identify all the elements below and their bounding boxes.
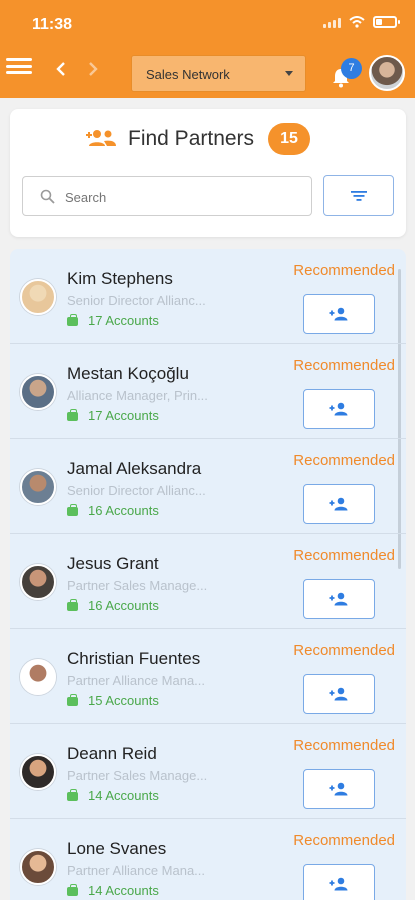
- accounts-count: 15 Accounts: [88, 693, 159, 708]
- partner-count-badge: 15: [268, 123, 311, 155]
- partner-avatar[interactable]: [20, 754, 56, 790]
- top-bar: 11:38 Sales Network 7: [0, 0, 415, 98]
- search-box[interactable]: [22, 176, 312, 216]
- add-partner-button[interactable]: [303, 579, 375, 619]
- search-input[interactable]: [65, 186, 295, 208]
- partner-avatar[interactable]: [20, 279, 56, 315]
- partner-accounts: 17 Accounts: [67, 313, 159, 328]
- partner-title: Senior Director Allianc...: [67, 293, 206, 308]
- search-icon: [40, 189, 55, 204]
- recommended-label: Recommended: [293, 547, 395, 564]
- add-partner-button[interactable]: [303, 294, 375, 334]
- partner-avatar[interactable]: [20, 469, 56, 505]
- add-partner-button[interactable]: [303, 484, 375, 524]
- accounts-count: 14 Accounts: [88, 883, 159, 898]
- accounts-count: 16 Accounts: [88, 503, 159, 518]
- partner-name[interactable]: Jamal Aleksandra: [67, 459, 201, 479]
- partner-accounts: 14 Accounts: [67, 883, 159, 898]
- partner-name[interactable]: Christian Fuentes: [67, 649, 200, 669]
- partner-title: Partner Sales Manage...: [67, 768, 208, 783]
- network-select[interactable]: Sales Network: [131, 55, 306, 92]
- add-users-icon: [86, 130, 116, 146]
- add-user-icon: [329, 592, 348, 606]
- find-partners-card: Find Partners 15: [10, 109, 406, 237]
- notification-badge[interactable]: 7: [341, 58, 362, 79]
- recommended-label: Recommended: [293, 642, 395, 659]
- add-user-icon: [329, 782, 348, 796]
- partner-row[interactable]: Deann Reid Partner Sales Manage... 14 Ac…: [10, 724, 406, 819]
- partner-list[interactable]: Kim Stephens Senior Director Allianc... …: [10, 249, 406, 900]
- network-select-label: Sales Network: [146, 67, 230, 82]
- recommended-label: Recommended: [293, 357, 395, 374]
- add-user-icon: [329, 497, 348, 511]
- partner-title: Partner Sales Manage...: [67, 578, 208, 593]
- finder-header: Find Partners 15: [86, 123, 311, 155]
- partner-accounts: 16 Accounts: [67, 598, 159, 613]
- partner-title: Partner Alliance Mana...: [67, 673, 206, 688]
- add-user-icon: [329, 402, 348, 416]
- partner-title: Partner Alliance Mana...: [67, 863, 206, 878]
- partner-accounts: 15 Accounts: [67, 693, 159, 708]
- add-user-icon: [329, 687, 348, 701]
- battery-icon: [373, 16, 400, 28]
- add-user-icon: [329, 307, 348, 321]
- partner-name[interactable]: Kim Stephens: [67, 269, 173, 289]
- partner-row[interactable]: Lone Svanes Partner Alliance Mana... 14 …: [10, 819, 406, 900]
- add-partner-button[interactable]: [303, 674, 375, 714]
- add-partner-button[interactable]: [303, 389, 375, 429]
- filter-icon: [350, 190, 367, 201]
- partner-accounts: 17 Accounts: [67, 408, 159, 423]
- recommended-label: Recommended: [293, 262, 395, 279]
- recommended-label: Recommended: [293, 832, 395, 849]
- page-title: Find Partners: [128, 127, 255, 150]
- briefcase-icon: [67, 313, 78, 326]
- partner-accounts: 14 Accounts: [67, 788, 159, 803]
- partner-row[interactable]: Jesus Grant Partner Sales Manage... 16 A…: [10, 534, 406, 629]
- partner-title: Alliance Manager, Prin...: [67, 388, 208, 403]
- partner-name[interactable]: Lone Svanes: [67, 839, 166, 859]
- partner-avatar[interactable]: [20, 849, 56, 885]
- briefcase-icon: [67, 883, 78, 896]
- user-avatar[interactable]: [369, 55, 405, 91]
- partner-name[interactable]: Jesus Grant: [67, 554, 159, 574]
- briefcase-icon: [67, 693, 78, 706]
- briefcase-icon: [67, 503, 78, 516]
- chevron-down-icon: [285, 71, 293, 76]
- recommended-label: Recommended: [293, 452, 395, 469]
- status-time: 11:38: [32, 16, 73, 33]
- partner-avatar[interactable]: [20, 659, 56, 695]
- partner-accounts: 16 Accounts: [67, 503, 159, 518]
- accounts-count: 17 Accounts: [88, 313, 159, 328]
- partner-row[interactable]: Jamal Aleksandra Senior Director Allianc…: [10, 439, 406, 534]
- partner-title: Senior Director Allianc...: [67, 483, 206, 498]
- briefcase-icon: [67, 598, 78, 611]
- status-icons: [323, 16, 400, 28]
- accounts-count: 17 Accounts: [88, 408, 159, 423]
- briefcase-icon: [67, 788, 78, 801]
- partner-name[interactable]: Mestan Koçoğlu: [67, 364, 189, 384]
- add-partner-button[interactable]: [303, 864, 375, 900]
- add-partner-button[interactable]: [303, 769, 375, 809]
- signal-icon: [323, 16, 341, 28]
- chevron-left-icon[interactable]: [54, 62, 68, 76]
- partner-name[interactable]: Deann Reid: [67, 744, 157, 764]
- menu-icon[interactable]: [6, 56, 32, 76]
- partner-row[interactable]: Christian Fuentes Partner Alliance Mana.…: [10, 629, 406, 724]
- accounts-count: 16 Accounts: [88, 598, 159, 613]
- wifi-icon: [349, 16, 365, 28]
- partner-avatar[interactable]: [20, 374, 56, 410]
- recommended-label: Recommended: [293, 737, 395, 754]
- partner-avatar[interactable]: [20, 564, 56, 600]
- add-user-icon: [329, 877, 348, 891]
- partner-row[interactable]: Kim Stephens Senior Director Allianc... …: [10, 249, 406, 344]
- briefcase-icon: [67, 408, 78, 421]
- chevron-right-icon[interactable]: [86, 62, 100, 76]
- filter-button[interactable]: [323, 175, 394, 216]
- accounts-count: 14 Accounts: [88, 788, 159, 803]
- partner-row[interactable]: Mestan Koçoğlu Alliance Manager, Prin...…: [10, 344, 406, 439]
